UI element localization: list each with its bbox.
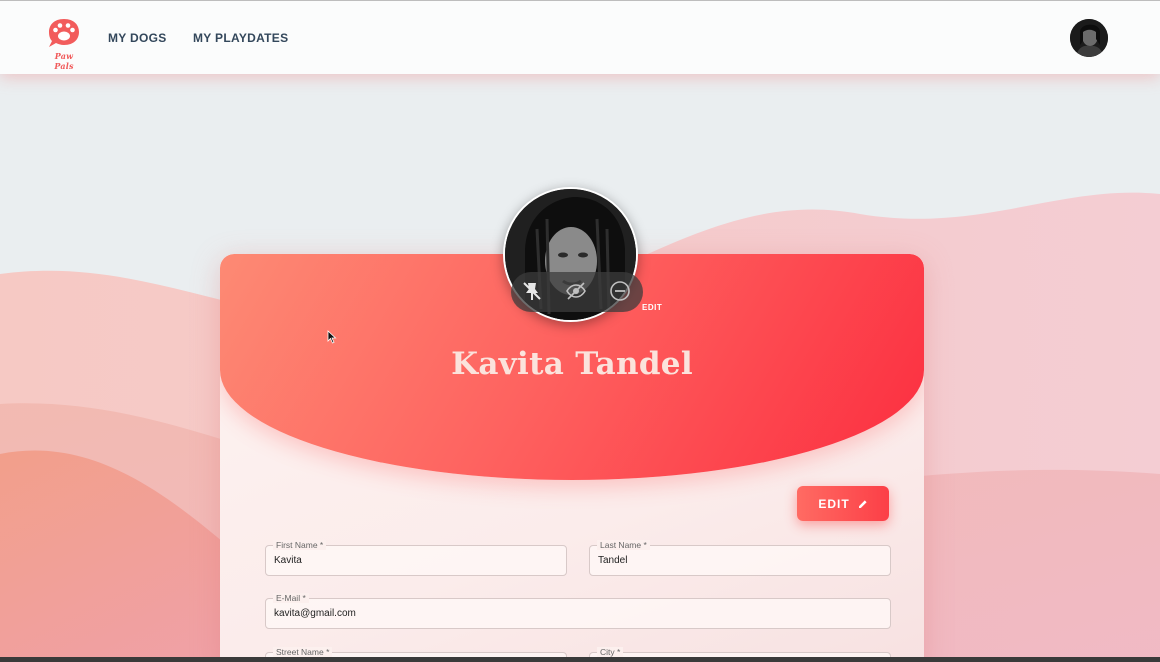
email-label: E-Mail * bbox=[273, 593, 309, 603]
nav-my-dogs[interactable]: MY DOGS bbox=[108, 31, 167, 45]
email-input[interactable] bbox=[274, 608, 874, 619]
first-name-label: First Name * bbox=[273, 540, 327, 550]
avatar-photo bbox=[1070, 19, 1108, 57]
paw-speech-bubble-icon bbox=[49, 19, 79, 47]
email-field[interactable]: E-Mail * bbox=[265, 593, 891, 629]
first-name-field[interactable]: First Name * bbox=[265, 540, 567, 576]
eye-off-icon[interactable] bbox=[565, 280, 587, 302]
paw-pals-logo[interactable]: Paw Pals bbox=[44, 17, 84, 71]
first-name-input[interactable] bbox=[274, 555, 554, 566]
mouse-cursor-icon bbox=[327, 330, 337, 344]
zoom-out-icon[interactable] bbox=[609, 280, 631, 302]
last-name-label: Last Name * bbox=[597, 540, 650, 550]
pin-off-icon[interactable] bbox=[521, 280, 543, 302]
avatar-edit-link[interactable]: EDIT bbox=[642, 303, 662, 312]
last-name-input[interactable] bbox=[598, 555, 878, 566]
street-name-label: Street Name * bbox=[273, 647, 333, 657]
profile-name: Kavita Tandel bbox=[451, 346, 693, 382]
city-label: City * bbox=[597, 647, 624, 657]
logo-text: Paw Pals bbox=[54, 51, 74, 71]
nav-my-playdates[interactable]: MY PLAYDATES bbox=[193, 31, 288, 45]
last-name-field[interactable]: Last Name * bbox=[589, 540, 891, 576]
bottom-edge-bar bbox=[0, 657, 1160, 662]
pencil-icon bbox=[858, 499, 867, 508]
edit-profile-button[interactable]: EDIT bbox=[797, 486, 889, 521]
user-avatar[interactable] bbox=[1070, 19, 1108, 57]
top-navbar: Paw Pals MY DOGS MY PLAYDATES bbox=[0, 0, 1160, 74]
avatar-photo-toolbar bbox=[511, 272, 643, 312]
edit-button-label: EDIT bbox=[818, 496, 850, 511]
